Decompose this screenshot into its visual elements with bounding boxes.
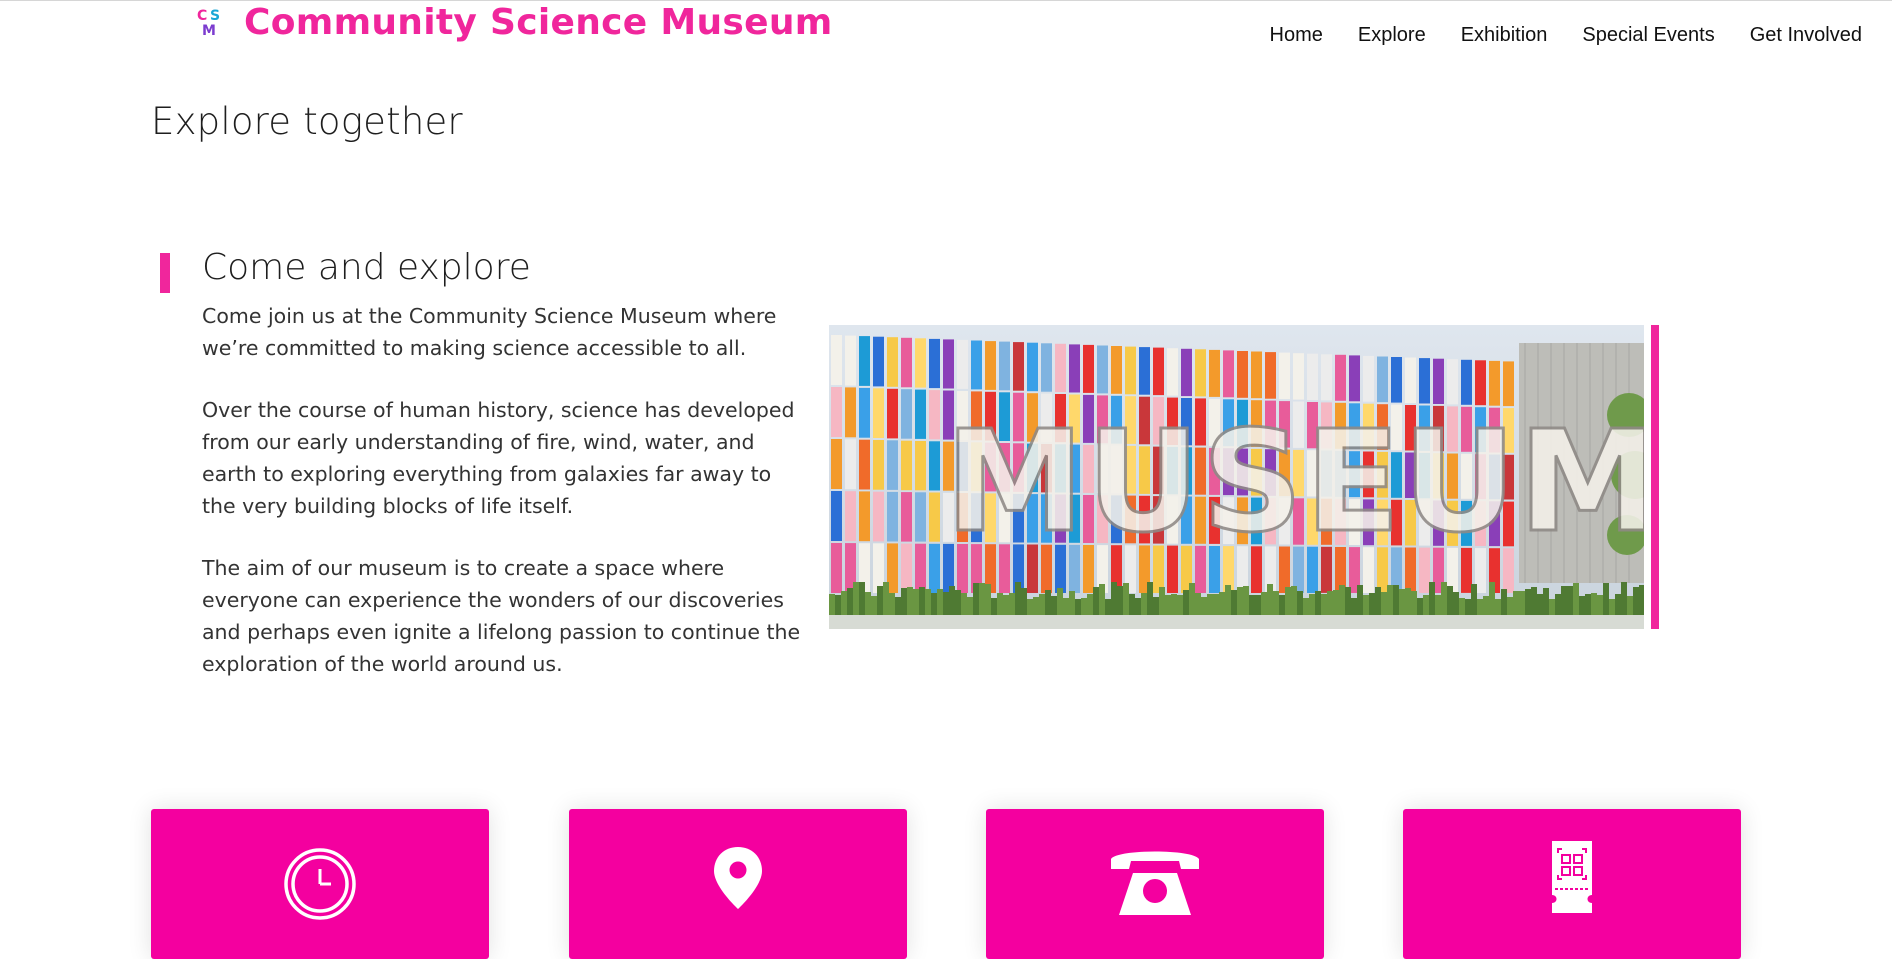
main-nav: Home Explore Exhibition Special Events G…: [1270, 24, 1862, 47]
history-paragraph: Over the course of human history, scienc…: [202, 398, 795, 518]
clock-icon: [284, 848, 356, 920]
intro-paragraph: Come join us at the Community Science Mu…: [202, 304, 777, 360]
aim-paragraph: The aim of our museum is to create a spa…: [202, 556, 801, 676]
telephone-icon: [1111, 851, 1199, 915]
nav-get-involved[interactable]: Get Involved: [1750, 24, 1862, 47]
nav-home[interactable]: Home: [1270, 24, 1323, 47]
site-title[interactable]: Community Science Museum: [244, 2, 833, 43]
museum-facade-image: MUSEUM: [829, 325, 1644, 629]
nav-special-events[interactable]: Special Events: [1582, 24, 1714, 47]
facade-lettering: MUSEUM: [945, 401, 1644, 564]
location-pin-icon: [714, 847, 762, 909]
page-title: Explore together: [151, 100, 463, 143]
hours-card[interactable]: [151, 809, 489, 959]
nav-explore[interactable]: Explore: [1358, 24, 1426, 47]
ticket-icon: [1552, 841, 1592, 913]
tickets-card[interactable]: [1403, 809, 1741, 959]
logo-icon[interactable]: C S M: [197, 9, 225, 43]
section-title: Come and explore: [202, 247, 531, 288]
contact-card[interactable]: [986, 809, 1324, 959]
image-accent-bar: [1651, 325, 1659, 629]
logo-letter-m: M: [202, 23, 216, 39]
logo-letter-c: C: [197, 8, 208, 24]
logo-letter-s: S: [210, 8, 221, 24]
top-border: [0, 0, 1892, 1]
location-card[interactable]: [569, 809, 907, 959]
section-accent-bar: [160, 253, 170, 293]
nav-exhibition[interactable]: Exhibition: [1461, 24, 1548, 47]
